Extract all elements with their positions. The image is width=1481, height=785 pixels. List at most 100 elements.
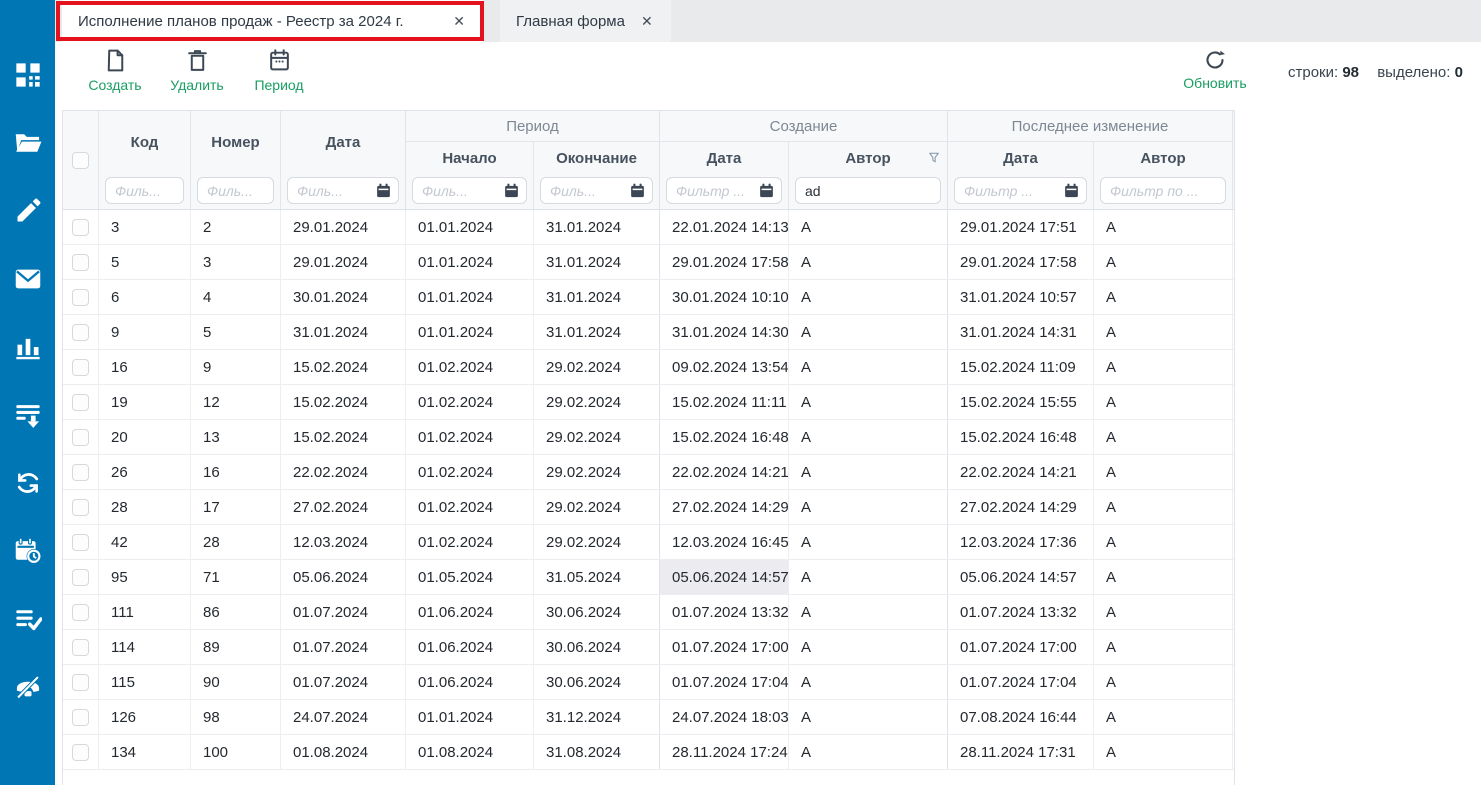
table-cell[interactable]: 01.01.2024: [406, 245, 534, 279]
table-cell[interactable]: 29.02.2024: [534, 350, 660, 384]
table-cell[interactable]: 01.01.2024: [406, 280, 534, 314]
table-cell[interactable]: 19: [99, 385, 191, 419]
table-cell[interactable]: A: [789, 700, 948, 734]
table-cell[interactable]: 01.01.2024: [406, 315, 534, 349]
column-header-modified-author[interactable]: Автор: [1094, 142, 1233, 174]
table-cell[interactable]: 22.01.2024 14:13: [660, 210, 789, 244]
table-cell[interactable]: 86: [191, 595, 281, 629]
table-cell[interactable]: 01.02.2024: [406, 455, 534, 489]
table-cell[interactable]: 126: [99, 700, 191, 734]
table-cell[interactable]: A: [789, 735, 948, 769]
table-cell[interactable]: A: [789, 280, 948, 314]
table-cell[interactable]: 01.07.2024: [281, 665, 406, 699]
table-cell[interactable]: 31.12.2024: [534, 700, 660, 734]
sync-icon[interactable]: [14, 469, 42, 497]
table-cell[interactable]: 01.02.2024: [406, 490, 534, 524]
table-cell[interactable]: 12.03.2024 17:36: [948, 525, 1094, 559]
table-cell[interactable]: 31.05.2024: [534, 560, 660, 594]
table-cell[interactable]: 22.02.2024: [281, 455, 406, 489]
table-cell[interactable]: 30.06.2024: [534, 665, 660, 699]
tab-main-form[interactable]: Главная форма ✕: [500, 0, 671, 42]
table-cell[interactable]: A: [1094, 420, 1233, 454]
table-cell[interactable]: 29.02.2024: [534, 455, 660, 489]
table-cell[interactable]: 98: [191, 700, 281, 734]
table-cell[interactable]: 111: [99, 595, 191, 629]
table-cell[interactable]: 26: [99, 455, 191, 489]
row-checkbox[interactable]: [72, 744, 89, 761]
row-checkbox[interactable]: [72, 709, 89, 726]
table-cell[interactable]: 31.01.2024 14:30: [660, 315, 789, 349]
table-cell[interactable]: 29.01.2024 17:51: [948, 210, 1094, 244]
table-cell[interactable]: A: [789, 595, 948, 629]
table-cell[interactable]: 29.02.2024: [534, 490, 660, 524]
table-cell[interactable]: 01.06.2024: [406, 630, 534, 664]
table-cell[interactable]: 31.01.2024 14:31: [948, 315, 1094, 349]
row-checkbox[interactable]: [72, 324, 89, 341]
delete-button[interactable]: Удалить: [167, 48, 227, 93]
table-cell[interactable]: A: [789, 245, 948, 279]
table-cell[interactable]: 01.08.2024: [406, 735, 534, 769]
table-cell[interactable]: 01.08.2024: [281, 735, 406, 769]
table-cell[interactable]: 01.07.2024: [281, 630, 406, 664]
folder-open-icon[interactable]: [14, 129, 42, 157]
calendar-icon[interactable]: [759, 183, 774, 198]
table-cell[interactable]: A: [789, 665, 948, 699]
table-cell[interactable]: A: [789, 525, 948, 559]
calendar-icon[interactable]: [1064, 183, 1079, 198]
row-checkbox[interactable]: [72, 359, 89, 376]
table-cell[interactable]: 01.07.2024 17:00: [948, 630, 1094, 664]
phone-slash-icon[interactable]: [14, 673, 42, 701]
table-cell[interactable]: 05.06.2024 14:57: [948, 560, 1094, 594]
filter-input-modified-author[interactable]: [1101, 183, 1225, 199]
row-checkbox[interactable]: [72, 219, 89, 236]
table-cell[interactable]: 15.02.2024 11:09: [948, 350, 1094, 384]
table-cell[interactable]: 28: [191, 525, 281, 559]
row-checkbox[interactable]: [72, 429, 89, 446]
table-cell[interactable]: 22.02.2024 14:21: [660, 455, 789, 489]
table-cell[interactable]: A: [1094, 455, 1233, 489]
table-cell[interactable]: 16: [99, 350, 191, 384]
table-cell[interactable]: 31.08.2024: [534, 735, 660, 769]
table-cell[interactable]: 30.06.2024: [534, 630, 660, 664]
table-cell[interactable]: 01.02.2024: [406, 350, 534, 384]
table-cell[interactable]: 31.01.2024: [281, 315, 406, 349]
calendar-icon[interactable]: [376, 183, 391, 198]
list-check-icon[interactable]: [14, 605, 42, 633]
table-cell[interactable]: 114: [99, 630, 191, 664]
list-download-icon[interactable]: [14, 401, 42, 429]
table-cell[interactable]: A: [1094, 595, 1233, 629]
table-cell[interactable]: 12.03.2024 16:45: [660, 525, 789, 559]
table-cell[interactable]: 01.02.2024: [406, 385, 534, 419]
table-cell[interactable]: 29.01.2024: [281, 210, 406, 244]
table-cell[interactable]: 13: [191, 420, 281, 454]
table-cell[interactable]: 15.02.2024 16:48: [660, 420, 789, 454]
table-cell[interactable]: 01.05.2024: [406, 560, 534, 594]
table-cell[interactable]: 24.07.2024 18:03: [660, 700, 789, 734]
table-cell[interactable]: 01.07.2024 13:32: [948, 595, 1094, 629]
table-cell[interactable]: A: [789, 490, 948, 524]
table-cell[interactable]: 01.06.2024: [406, 665, 534, 699]
table-cell[interactable]: 24.07.2024: [281, 700, 406, 734]
table-cell[interactable]: 16: [191, 455, 281, 489]
table-cell[interactable]: 01.01.2024: [406, 210, 534, 244]
table-cell[interactable]: 100: [191, 735, 281, 769]
tab-sales-plan-registry[interactable]: Исполнение планов продаж - Реестр за 202…: [62, 0, 483, 42]
table-cell[interactable]: A: [789, 420, 948, 454]
table-cell[interactable]: 6: [99, 280, 191, 314]
table-cell[interactable]: 15.02.2024: [281, 420, 406, 454]
table-cell[interactable]: A: [789, 630, 948, 664]
table-cell[interactable]: 09.02.2024 13:54: [660, 350, 789, 384]
filter-input-date[interactable]: [288, 183, 376, 199]
table-cell[interactable]: A: [1094, 525, 1233, 559]
table-cell[interactable]: A: [1094, 210, 1233, 244]
column-header-number[interactable]: Номер: [191, 111, 281, 174]
table-cell[interactable]: 31.01.2024: [534, 245, 660, 279]
envelope-icon[interactable]: [14, 265, 42, 293]
row-checkbox[interactable]: [72, 534, 89, 551]
select-all-checkbox[interactable]: [72, 152, 89, 169]
close-icon[interactable]: ✕: [451, 11, 467, 32]
calendar-icon[interactable]: [504, 183, 519, 198]
table-cell[interactable]: 5: [191, 315, 281, 349]
table-cell[interactable]: 95: [99, 560, 191, 594]
table-cell[interactable]: 28.11.2024 17:31: [948, 735, 1094, 769]
